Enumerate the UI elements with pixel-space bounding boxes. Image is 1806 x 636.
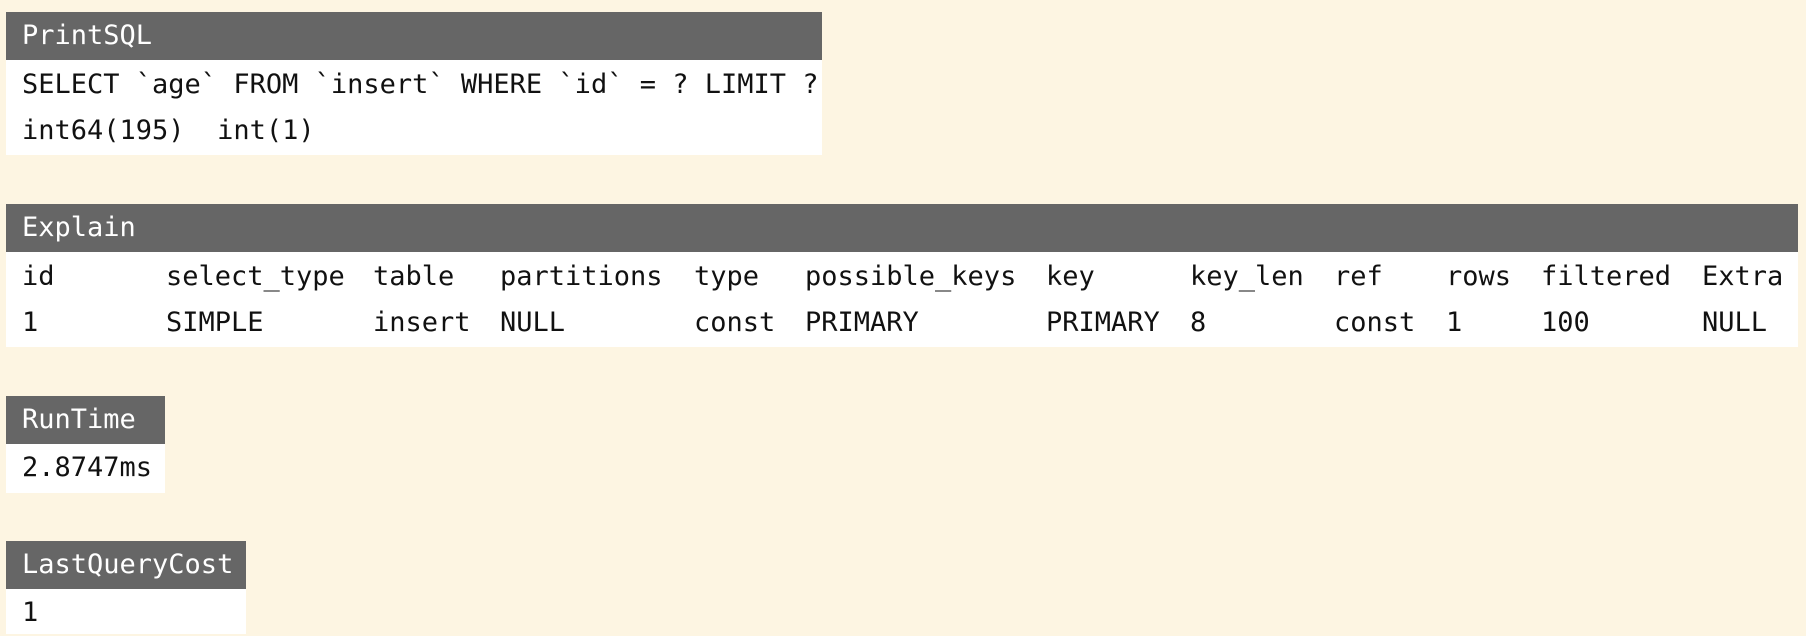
printsql-panel: PrintSQL SELECT `age` FROM `insert` WHER… xyxy=(6,12,822,155)
cell-key_len: 8 xyxy=(1190,307,1207,338)
explain-panel: Explain id select_type table partitions type… xyxy=(6,204,1798,347)
cell-partitions: NULL xyxy=(500,307,566,338)
cell-rows: 1 xyxy=(1446,307,1463,338)
cell-extra: NULL xyxy=(1702,307,1768,338)
cell-filtered: 100 xyxy=(1541,307,1590,338)
explain-table: id select_type table partitions type possible… xyxy=(22,254,1792,346)
lastquerycost-value: 1 xyxy=(22,597,39,628)
column-header-partitions: partitions xyxy=(500,261,663,292)
cell-key: PRIMARY xyxy=(1046,307,1160,338)
column-header-key_len: key_len xyxy=(1190,261,1304,292)
column-header-filtered: filtered xyxy=(1541,261,1672,292)
cell-ref: const xyxy=(1334,307,1416,338)
sql-params: int64(195) int(1) xyxy=(22,115,315,146)
cell-possible_keys: PRIMARY xyxy=(805,307,919,338)
column-header-type: type xyxy=(694,261,760,292)
column-header-id: id xyxy=(22,261,55,292)
sql-statement: SELECT `age` FROM `insert` WHERE `id` = … xyxy=(22,69,819,100)
cell-select_type: SIMPLE xyxy=(166,307,264,338)
table-header-row: id select_type table partitions type possible… xyxy=(22,254,1792,300)
cell-table: insert xyxy=(373,307,471,338)
lastquerycost-title: LastQueryCost xyxy=(6,541,246,589)
column-header-rows: rows xyxy=(1446,261,1512,292)
explain-title: Explain xyxy=(6,204,1798,252)
printsql-title: PrintSQL xyxy=(6,12,822,60)
column-header-ref: ref xyxy=(1334,261,1383,292)
column-header-extra: Extra xyxy=(1702,261,1784,292)
lastquerycost-panel: LastQueryCost 1 xyxy=(6,541,246,634)
cell-type: const xyxy=(694,307,776,338)
column-header-select_type: select_type xyxy=(166,261,345,292)
table-row: 1 SIMPLE insert NULL const PRIMARY PRIMARY 8 con… xyxy=(22,300,1792,346)
column-header-key: key xyxy=(1046,261,1095,292)
column-header-possible_keys: possible_keys xyxy=(805,261,1017,292)
runtime-title: RunTime xyxy=(6,396,165,444)
runtime-panel: RunTime 2.8747ms xyxy=(6,396,165,493)
column-header-table: table xyxy=(373,261,455,292)
runtime-value: 2.8747ms xyxy=(22,452,153,483)
cell-id: 1 xyxy=(22,307,39,338)
